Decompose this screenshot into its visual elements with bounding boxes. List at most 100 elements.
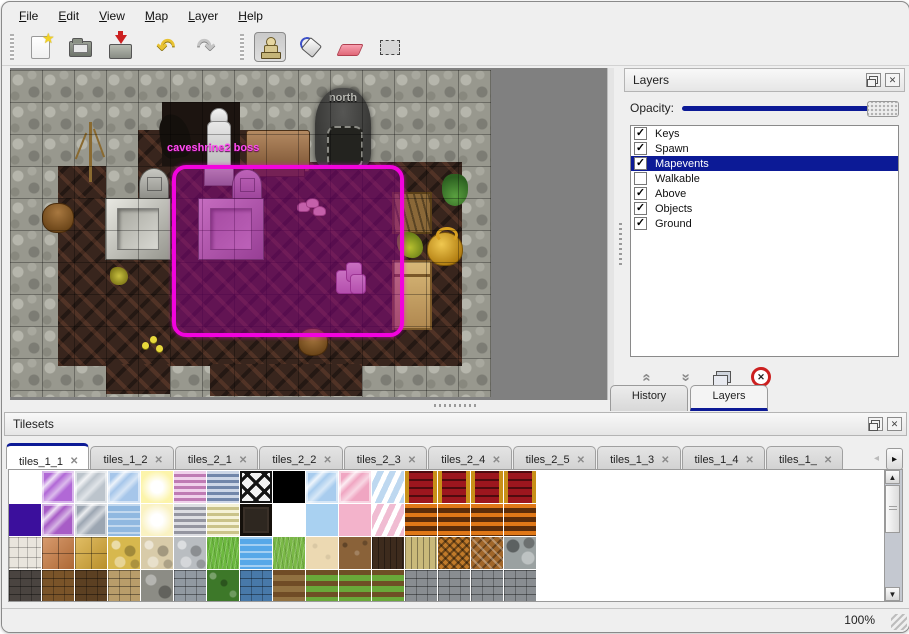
tileset-tile[interactable] [240, 471, 272, 503]
tileset-tile[interactable] [207, 537, 239, 569]
layer-row-mapevents[interactable]: ✓Mapevents [631, 156, 898, 171]
tileset-tile[interactable] [372, 504, 404, 536]
resize-grip[interactable] [891, 614, 907, 630]
tileset-tile[interactable] [273, 471, 305, 503]
scroll-tabs-left-button[interactable]: ◂ [869, 448, 884, 468]
close-tab-icon[interactable]: ✕ [661, 455, 669, 466]
new-file-button[interactable]: ★ [24, 32, 56, 62]
tileset-tile[interactable] [504, 504, 536, 536]
scroll-up-icon[interactable]: ▲ [885, 470, 900, 484]
toolbar-grip-2[interactable] [240, 34, 244, 60]
close-tab-icon[interactable]: ✕ [408, 455, 416, 466]
eraser-tool-button[interactable] [334, 32, 366, 62]
tileset-tile[interactable] [9, 537, 41, 569]
tileset-tile[interactable] [306, 537, 338, 569]
tileset-tile[interactable] [306, 570, 338, 602]
stamp-tool-button[interactable] [254, 32, 286, 62]
tileset-tile[interactable] [108, 504, 140, 536]
tileset-tab-tiles_2_1[interactable]: tiles_2_1✕ [175, 446, 258, 469]
close-tab-icon[interactable]: ✕ [824, 455, 832, 466]
tileset-tab-tiles_1_3[interactable]: tiles_1_3✕ [597, 446, 680, 469]
tileset-tile[interactable] [372, 471, 404, 503]
tileset-tile[interactable] [75, 504, 107, 536]
dock-tab-history[interactable]: History [610, 385, 688, 411]
tileset-tile[interactable] [141, 537, 173, 569]
tileset-tile[interactable] [75, 471, 107, 503]
tileset-tile[interactable] [438, 537, 470, 569]
tileset-tile[interactable] [240, 570, 272, 602]
close-panel-button[interactable]: ✕ [885, 73, 900, 87]
tileset-tile[interactable] [207, 504, 239, 536]
tileset-tile[interactable] [438, 471, 470, 503]
tileset-tile[interactable] [273, 504, 305, 536]
tileset-scrollbar[interactable]: ▲ ▼ [884, 469, 903, 602]
menu-view[interactable]: View [90, 7, 134, 27]
layer-row-walkable[interactable]: Walkable [631, 171, 898, 186]
tileset-tile[interactable] [108, 570, 140, 602]
scrollbar-thumb[interactable] [885, 485, 900, 533]
tileset-tile[interactable] [75, 537, 107, 569]
scroll-tabs-right-button[interactable]: ▸ [886, 448, 903, 470]
tileset-tile[interactable] [108, 537, 140, 569]
tileset-tile[interactable] [339, 471, 371, 503]
close-tab-icon[interactable]: ✕ [70, 456, 78, 467]
layer-checkbox[interactable]: ✓ [634, 127, 647, 140]
redo-button[interactable]: ↷ [190, 32, 222, 62]
tileset-tile[interactable] [504, 537, 536, 569]
tileset-tile[interactable] [273, 537, 305, 569]
tileset-tile[interactable] [471, 471, 503, 503]
tileset-tile[interactable] [174, 471, 206, 503]
opacity-slider[interactable] [682, 100, 899, 116]
layer-row-objects[interactable]: ✓Objects [631, 201, 898, 216]
menu-edit[interactable]: Edit [49, 7, 88, 27]
tileset-tab-tiles_2_4[interactable]: tiles_2_4✕ [428, 446, 511, 469]
close-tab-icon[interactable]: ✕ [577, 455, 585, 466]
tileset-tile[interactable] [42, 570, 74, 602]
menu-file[interactable]: File [10, 7, 47, 27]
fill-tool-button[interactable] [294, 32, 326, 62]
menu-map[interactable]: Map [136, 7, 177, 27]
tileset-tile[interactable] [174, 570, 206, 602]
tileset-tile[interactable] [504, 570, 536, 602]
menu-layer[interactable]: Layer [179, 7, 227, 27]
tileset-tab-tiles_1_2[interactable]: tiles_1_2✕ [90, 446, 173, 469]
tileset-tab-tiles_2_2[interactable]: tiles_2_2✕ [259, 446, 342, 469]
tileset-tile[interactable] [273, 570, 305, 602]
tileset-tile[interactable] [9, 570, 41, 602]
tileset-tile[interactable] [504, 471, 536, 503]
close-tab-icon[interactable]: ✕ [746, 455, 754, 466]
save-file-button[interactable] [104, 32, 136, 62]
close-tab-icon[interactable]: ✕ [323, 455, 331, 466]
tileset-tile[interactable] [339, 504, 371, 536]
layer-checkbox[interactable]: ✓ [634, 157, 647, 170]
open-file-button[interactable] [64, 32, 96, 62]
tileset-tile[interactable] [471, 537, 503, 569]
select-tool-button[interactable] [374, 32, 406, 62]
dock-tab-layers[interactable]: Layers [690, 385, 768, 411]
tileset-tile[interactable] [42, 471, 74, 503]
tileset-tile[interactable] [438, 504, 470, 536]
scroll-down-icon[interactable]: ▼ [885, 587, 900, 601]
close-tab-icon[interactable]: ✕ [154, 455, 162, 466]
close-tab-icon[interactable]: ✕ [239, 455, 247, 466]
tileset-tab-tiles_1_1[interactable]: tiles_1_1✕ [6, 443, 89, 469]
float-tilesets-button[interactable] [868, 417, 883, 431]
tileset-tile[interactable] [405, 504, 437, 536]
north-exit-event[interactable]: north [315, 88, 371, 168]
layer-checkbox[interactable]: ✓ [634, 187, 647, 200]
tileset-tile[interactable] [75, 570, 107, 602]
layer-checkbox[interactable] [634, 172, 647, 185]
map-scroll-strip[interactable] [607, 68, 614, 400]
tileset-tab-tiles_1_4[interactable]: tiles_1_4✕ [682, 446, 765, 469]
layer-row-ground[interactable]: ✓Ground [631, 216, 898, 231]
layer-checkbox[interactable]: ✓ [634, 142, 647, 155]
close-tilesets-button[interactable]: ✕ [887, 417, 902, 431]
tileset-tile[interactable] [339, 537, 371, 569]
tileset-tile[interactable] [207, 471, 239, 503]
tileset-tile[interactable] [141, 570, 173, 602]
tileset-tile[interactable] [9, 504, 41, 536]
tileset-tile[interactable] [405, 537, 437, 569]
tileset-tile[interactable] [405, 471, 437, 503]
tileset-tile[interactable] [141, 504, 173, 536]
tileset-tile[interactable] [108, 471, 140, 503]
